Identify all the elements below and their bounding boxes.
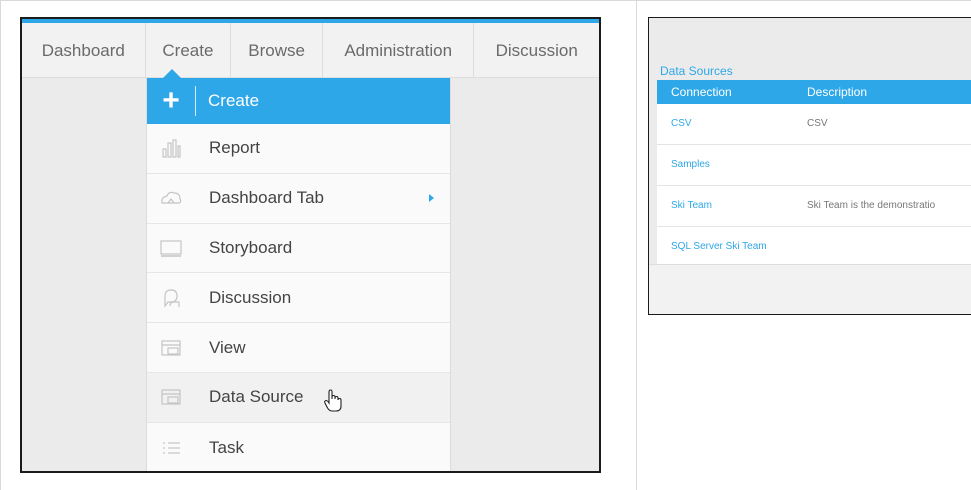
data-source-icon xyxy=(147,387,195,407)
connection-link[interactable]: Ski Team xyxy=(671,200,712,211)
nav-dashboard[interactable]: Dashboard xyxy=(22,23,146,78)
menu-item-label: View xyxy=(209,337,246,357)
menu-item-label: Storyboard xyxy=(209,237,293,257)
monitor-icon xyxy=(147,238,195,258)
menu-item-dashboard-tab[interactable]: Dashboard Tab xyxy=(147,174,450,224)
nav-browse[interactable]: Browse xyxy=(231,23,323,78)
hand-cursor-icon xyxy=(323,389,343,418)
menu-item-data-source[interactable]: Data Source xyxy=(147,372,450,423)
list-icon xyxy=(147,438,195,458)
table-row[interactable]: Samples xyxy=(657,145,971,186)
bar-chart-icon xyxy=(147,137,195,159)
table-row[interactable]: SQL Server Ski Team xyxy=(657,227,971,268)
plus-icon: + xyxy=(162,84,180,117)
data-sources-screenshot: Data Sources Connection Description CSV … xyxy=(648,17,971,315)
main-navigation: Dashboard Create Browse Administration D… xyxy=(22,23,599,78)
table-row[interactable]: CSV CSV xyxy=(657,104,971,145)
cloud-icon xyxy=(147,188,195,208)
data-sources-table: Connection Description CSV CSV Samples S… xyxy=(657,80,971,264)
menu-item-label: Data Source xyxy=(209,387,304,407)
menu-item-storyboard[interactable]: Storyboard xyxy=(147,224,450,274)
table-header: Connection Description xyxy=(657,80,971,104)
create-dropdown-menu: + Create Report Dashboard Tab Storyboard xyxy=(146,78,451,471)
create-menu-header[interactable]: + Create xyxy=(147,78,450,124)
nav-administration[interactable]: Administration xyxy=(323,23,475,78)
view-table-icon xyxy=(147,338,195,358)
menu-item-label: Task xyxy=(209,437,244,457)
menu-item-label: Discussion xyxy=(209,287,292,307)
header-separator xyxy=(195,86,196,116)
connection-link[interactable]: Samples xyxy=(671,159,710,170)
connection-link[interactable]: CSV xyxy=(671,118,692,129)
submenu-arrow-icon xyxy=(429,194,434,203)
column-header-description[interactable]: Description xyxy=(807,85,867,99)
table-row[interactable]: Ski Team Ski Team is the demonstratio xyxy=(657,186,971,227)
description-cell: Ski Team is the demonstratio xyxy=(807,200,936,211)
column-header-connection[interactable]: Connection xyxy=(671,85,732,99)
chat-bubble-icon xyxy=(147,287,195,309)
nav-create[interactable]: Create xyxy=(146,23,232,78)
menu-item-label: Dashboard Tab xyxy=(209,188,324,208)
description-cell: CSV xyxy=(807,118,828,129)
menu-item-discussion[interactable]: Discussion xyxy=(147,273,450,324)
menu-item-label: Report xyxy=(209,138,261,158)
data-sources-title: Data Sources xyxy=(660,64,733,78)
create-pointer xyxy=(163,69,181,78)
menu-item-view[interactable]: View xyxy=(147,323,450,373)
menu-item-task[interactable]: Task xyxy=(147,423,450,471)
table-footer xyxy=(649,264,971,314)
menu-item-report[interactable]: Report xyxy=(147,124,450,174)
nav-discussion[interactable]: Discussion xyxy=(474,23,599,78)
create-menu-screenshot: Dashboard Create Browse Administration D… xyxy=(20,17,601,473)
create-menu-header-label: Create xyxy=(208,91,260,110)
connection-link[interactable]: SQL Server Ski Team xyxy=(671,241,767,252)
